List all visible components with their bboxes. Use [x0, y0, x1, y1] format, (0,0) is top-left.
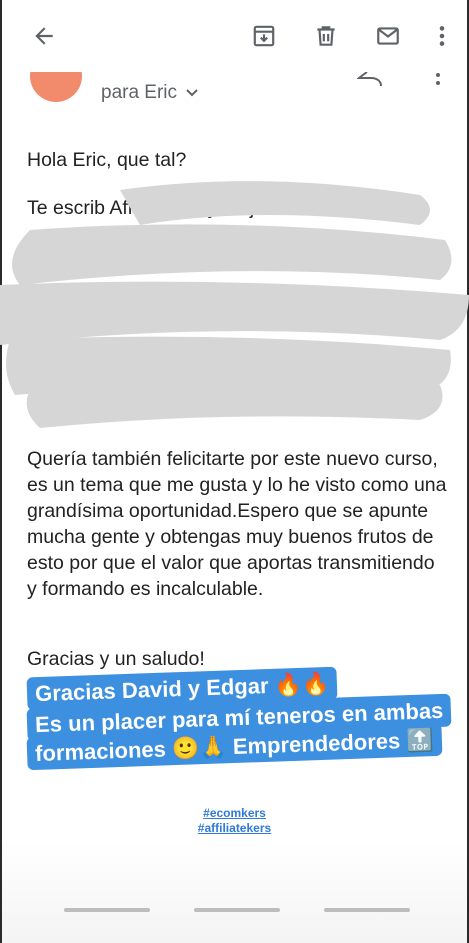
recipient-toggle[interactable]: para Eric: [101, 82, 199, 104]
story-caption: Gracias David y Edgar 🔥🔥 Es un placer pa…: [26, 666, 452, 771]
more-vert-icon[interactable]: [433, 72, 443, 90]
story-progress-bars: [64, 908, 410, 912]
reply-icon[interactable]: [357, 72, 385, 88]
avatar[interactable]: [30, 72, 82, 102]
recipient-label: para Eric: [101, 82, 178, 103]
bottom-fade: [2, 840, 467, 943]
hashtag-list: #ecomkers #affiliatekers: [0, 806, 469, 836]
hashtag-link[interactable]: #affiliatekers: [0, 821, 469, 836]
sender-row: para Eric: [2, 72, 467, 112]
app-bar: [2, 0, 467, 72]
email-closing: Gracias y un saludo!: [27, 648, 205, 670]
mail-icon[interactable]: [370, 18, 406, 54]
more-vert-icon[interactable]: [424, 18, 460, 54]
archive-icon[interactable]: [246, 18, 282, 54]
progress-segment: [324, 908, 410, 912]
progress-segment: [194, 908, 280, 912]
back-arrow-icon[interactable]: [26, 18, 62, 54]
redaction-scribble: [0, 181, 469, 428]
chevron-down-icon: [186, 89, 198, 97]
email-paragraph: Quería también felicitarte por este nuev…: [27, 448, 447, 600]
delete-icon[interactable]: [308, 18, 344, 54]
hashtag-link[interactable]: #ecomkers: [0, 806, 469, 821]
progress-segment: [64, 908, 150, 912]
